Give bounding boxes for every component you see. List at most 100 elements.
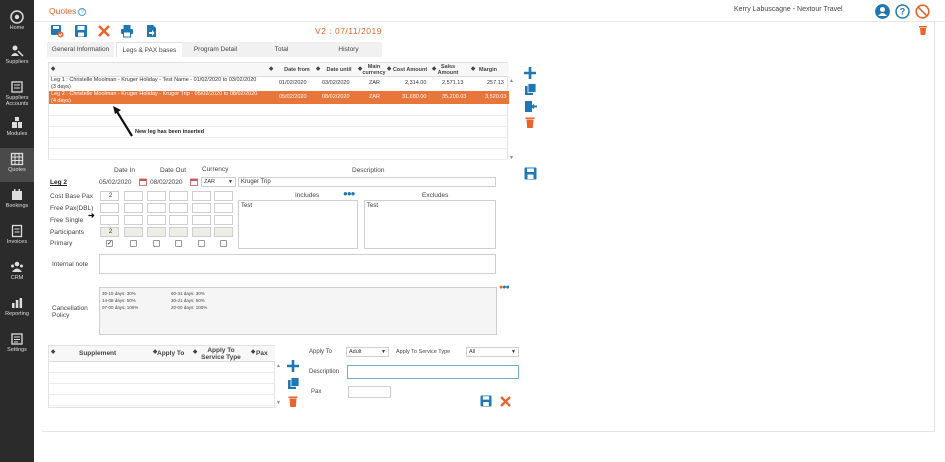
add-supplement-icon[interactable]	[286, 359, 300, 373]
pax-grid-cell[interactable]: 2	[100, 191, 119, 201]
logout-icon[interactable]	[915, 4, 930, 19]
print-icon[interactable]	[120, 24, 134, 38]
col-margin[interactable]: Margin	[473, 67, 503, 73]
pax-grid-cell[interactable]	[192, 203, 211, 213]
sort-icon[interactable]: ◆	[269, 66, 273, 72]
col-pax[interactable]: Pax	[256, 350, 268, 357]
pax-grid-cell[interactable]	[192, 191, 211, 201]
save-icon[interactable]	[74, 24, 88, 38]
scroll-down-icon[interactable]: ▼	[509, 155, 514, 161]
pax-grid-cell[interactable]	[169, 203, 188, 213]
pax-grid-cell[interactable]	[192, 215, 211, 225]
col-apply-to[interactable]: Apply To	[157, 350, 184, 357]
legs-table-row-selected[interactable]: Leg 2 : Christelle Moolman - Kruger Holi…	[49, 91, 509, 104]
includes-textarea[interactable]: Test	[238, 200, 358, 249]
col-sales-amount[interactable]: Sales Amount	[435, 64, 461, 76]
pax-grid-cell[interactable]	[214, 215, 233, 225]
tab-program-detail[interactable]: Program Detail	[182, 42, 249, 57]
primary-checkbox[interactable]	[130, 240, 137, 247]
save-approve-icon[interactable]	[50, 24, 64, 38]
col-date-until[interactable]: Date until	[321, 67, 357, 73]
sidebar-item-crm[interactable]: CRM	[0, 256, 34, 290]
insert-leg-icon[interactable]	[524, 100, 537, 113]
cancellation-rule: 60-31 days: 30%	[171, 291, 205, 296]
sidebar-item-label: Settings	[7, 347, 27, 353]
sidebar-item-suppliers-accounts[interactable]: Suppliers Accounts	[0, 76, 34, 110]
help-icon[interactable]: ?	[78, 8, 87, 16]
col-date-from[interactable]: Date from	[279, 67, 315, 73]
delete-icon[interactable]	[525, 116, 535, 128]
primary-checkbox[interactable]	[153, 240, 160, 247]
pax-grid-cell[interactable]	[124, 203, 143, 213]
quotes-icon	[10, 152, 24, 166]
primary-checkbox[interactable]	[198, 240, 205, 247]
supplement-pax-field[interactable]	[348, 386, 391, 398]
sort-icon[interactable]: ◆	[51, 349, 55, 355]
more-options-icon[interactable]: ●●●	[499, 284, 510, 291]
sidebar-item-invoices[interactable]: Invoices	[0, 220, 34, 254]
pax-grid-cell[interactable]	[100, 203, 119, 213]
tab-general-information[interactable]: General Information	[47, 42, 114, 57]
participants-label: Participants	[50, 229, 84, 236]
copy-icon[interactable]	[524, 83, 537, 96]
sort-icon[interactable]: ◆	[51, 66, 55, 72]
tab-total[interactable]: Total	[248, 42, 315, 57]
sidebar-item-settings[interactable]: Settings	[0, 328, 34, 362]
col-apply-to-service-type[interactable]: Apply To Service Type	[197, 347, 245, 361]
apply-to-service-type-select[interactable]: All ▼	[466, 347, 519, 357]
delete-supplement-icon[interactable]	[288, 395, 298, 407]
copy-supplement-icon[interactable]	[287, 377, 300, 390]
pax-grid-cell[interactable]	[147, 203, 166, 213]
col-cost-amount[interactable]: Cost Amount	[391, 67, 429, 73]
excludes-textarea[interactable]: Test	[364, 200, 496, 249]
cancel-supplement-icon[interactable]	[499, 395, 512, 408]
sort-icon[interactable]: ◆	[316, 66, 320, 72]
add-icon[interactable]	[523, 66, 537, 80]
scroll-up-icon[interactable]: ▲	[276, 363, 281, 369]
supplement-description-field[interactable]	[347, 365, 519, 379]
cancellation-policy-box[interactable]: 30-15 days: 30% 14-08 days: 50% 07-00 da…	[99, 287, 497, 335]
apply-to-select[interactable]: Adult ▼	[346, 347, 389, 357]
pax-grid-cell	[147, 227, 166, 237]
sort-icon[interactable]: ◆	[251, 349, 255, 355]
tab-legs-pax-bases[interactable]: Legs & PAX bases	[116, 42, 183, 57]
primary-checkbox[interactable]	[220, 240, 227, 247]
currency-select[interactable]: ZAR ▼	[201, 177, 236, 187]
date-out-field[interactable]: 08/02/2020	[150, 179, 183, 186]
more-options-icon[interactable]: ●●●	[343, 189, 355, 198]
pax-grid-cell[interactable]	[214, 203, 233, 213]
pax-grid-cell[interactable]	[124, 215, 143, 225]
cancel-icon[interactable]	[97, 24, 111, 38]
scroll-up-icon[interactable]: ▲	[509, 78, 514, 84]
save-supplement-icon[interactable]	[480, 395, 492, 407]
date-in-field[interactable]: 05/02/2020	[99, 179, 132, 186]
legs-table-row[interactable]: Leg 1 : Christelle Moolman - Kruger Holi…	[49, 77, 509, 90]
user-profile-icon[interactable]	[875, 4, 890, 19]
sidebar-item-bookings[interactable]: Bookings	[0, 184, 34, 218]
export-document-icon[interactable]	[144, 24, 158, 38]
pax-grid-cell[interactable]	[147, 215, 166, 225]
pax-grid-cell[interactable]	[169, 191, 188, 201]
pax-grid-cell[interactable]	[169, 215, 188, 225]
sidebar-item-quotes[interactable]: Quotes	[0, 148, 34, 182]
col-supplement[interactable]: Supplement	[79, 350, 116, 357]
sidebar-item-modules[interactable]: Modules	[0, 112, 34, 146]
tab-history[interactable]: History	[315, 42, 382, 57]
pax-grid-cell[interactable]	[147, 191, 166, 201]
internal-note-textarea[interactable]	[99, 254, 496, 274]
sidebar-item-suppliers[interactable]: Suppliers	[0, 40, 34, 74]
save-leg-icon[interactable]	[524, 167, 537, 180]
pax-grid-cell[interactable]	[214, 191, 233, 201]
scroll-down-icon[interactable]: ▼	[276, 400, 281, 406]
primary-checkbox[interactable]	[106, 239, 113, 247]
description-field[interactable]: Kruger Trip	[238, 177, 496, 187]
col-main-currency[interactable]: Main currency	[362, 64, 386, 76]
help-circle-icon[interactable]: ?	[895, 4, 910, 19]
calendar-icon[interactable]	[139, 178, 147, 186]
sidebar-item-home[interactable]: Home	[0, 6, 34, 40]
sidebar-item-reporting[interactable]: Reporting	[0, 292, 34, 326]
primary-checkbox[interactable]	[175, 240, 182, 247]
pax-grid-cell[interactable]	[124, 191, 143, 201]
calendar-icon[interactable]	[190, 178, 198, 186]
pax-grid-cell[interactable]	[100, 215, 119, 225]
